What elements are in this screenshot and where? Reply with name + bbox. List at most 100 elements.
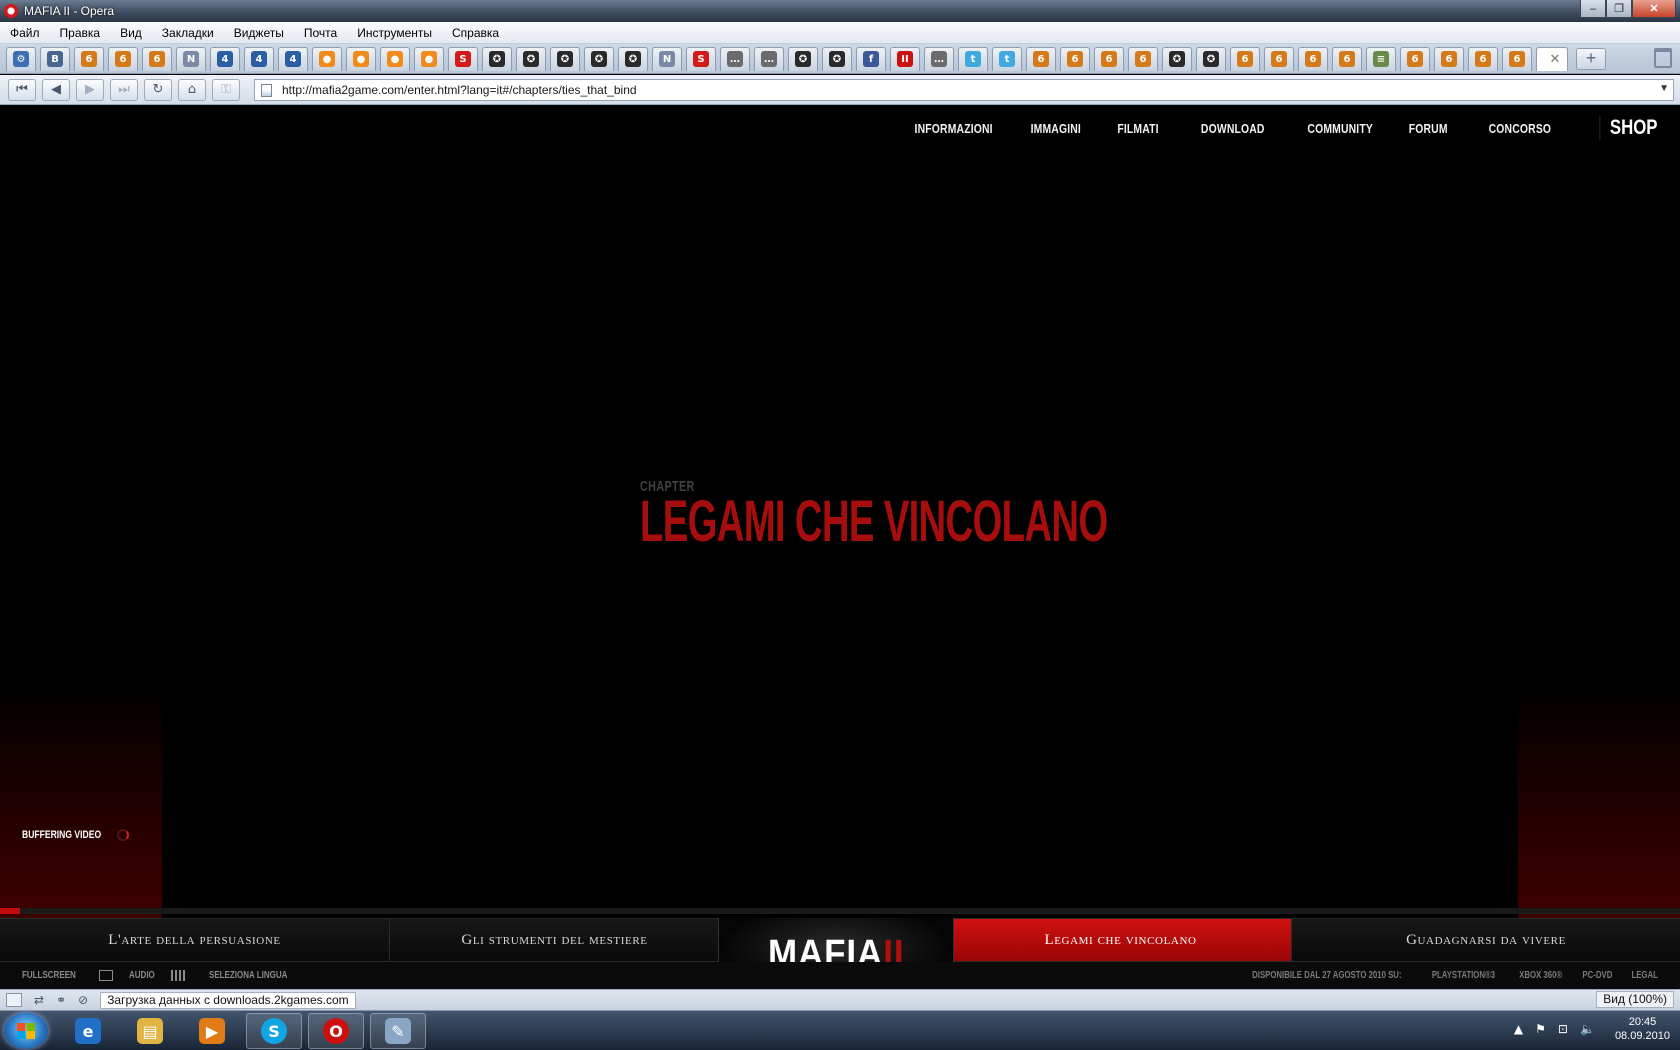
tab-27[interactable]: II: [890, 46, 920, 71]
video-progress-bar[interactable]: [0, 908, 1680, 914]
tab-44[interactable]: 6: [1468, 46, 1498, 71]
back-button[interactable]: ◀: [42, 78, 70, 101]
show-hidden-icons[interactable]: ▲: [1514, 1022, 1523, 1036]
tab-1[interactable]: ⚙: [6, 46, 36, 71]
menu-bookmarks[interactable]: Закладки: [152, 26, 224, 40]
tab-23[interactable]: …: [754, 46, 784, 71]
chapter-tab-3[interactable]: Legami che vincolano: [950, 919, 1292, 961]
taskbar-opera[interactable]: O: [308, 1013, 364, 1049]
address-dropdown-icon[interactable]: ▼: [1659, 83, 1669, 94]
chapter-tab-1[interactable]: L'arte della persuasione: [0, 919, 390, 961]
trash-icon[interactable]: [1654, 48, 1672, 68]
nav-filmati[interactable]: FILMATI: [1118, 121, 1159, 136]
tab-18[interactable]: ✪: [584, 46, 614, 71]
nav-informazioni[interactable]: INFORMAZIONI: [914, 121, 992, 136]
tab-31[interactable]: 6: [1026, 46, 1056, 71]
close-button[interactable]: ✕: [1632, 0, 1676, 18]
menu-file[interactable]: Файл: [0, 26, 50, 40]
rewind-button[interactable]: ⏮: [8, 78, 36, 101]
tab-16[interactable]: ✪: [516, 46, 546, 71]
tab-43[interactable]: 6: [1434, 46, 1464, 71]
tab-17[interactable]: ✪: [550, 46, 580, 71]
tab-6[interactable]: N: [176, 46, 206, 71]
tab-10[interactable]: ●: [312, 46, 342, 71]
platform-ps3-link[interactable]: PLAYSTATION®3: [1431, 970, 1494, 981]
taskbar-skype[interactable]: S: [246, 1013, 302, 1049]
menu-tools[interactable]: Инструменты: [347, 26, 442, 40]
tab-29[interactable]: t: [958, 46, 988, 71]
clock[interactable]: 20:45 08.09.2010: [1615, 1015, 1670, 1043]
chapter-tab-2[interactable]: Gli strumenti del mestiere: [390, 919, 720, 961]
tab-35[interactable]: ✪: [1162, 46, 1192, 71]
tab-37[interactable]: 6: [1230, 46, 1260, 71]
tab-19[interactable]: ✪: [618, 46, 648, 71]
taskbar-explorer[interactable]: ▤: [122, 1013, 178, 1049]
tab-22[interactable]: …: [720, 46, 750, 71]
tab-7[interactable]: 4: [210, 46, 240, 71]
tab-3[interactable]: 6: [74, 46, 104, 71]
tab-45[interactable]: 6: [1502, 46, 1532, 71]
network-icon[interactable]: ⊡: [1558, 1022, 1568, 1036]
tab-28[interactable]: …: [924, 46, 954, 71]
tab-14[interactable]: S: [448, 46, 478, 71]
tab-42[interactable]: 6: [1400, 46, 1430, 71]
audio-label[interactable]: AUDIO: [129, 970, 155, 981]
nav-concorso[interactable]: CONCORSO: [1489, 121, 1552, 136]
taskbar-paint[interactable]: ✎: [370, 1013, 426, 1049]
tab-39[interactable]: 6: [1298, 46, 1328, 71]
sync-icon[interactable]: ⇄: [34, 993, 44, 1007]
menu-edit[interactable]: Правка: [50, 26, 111, 40]
panel-toggle-icon[interactable]: [6, 993, 22, 1007]
tab-32[interactable]: 6: [1060, 46, 1090, 71]
tab-13[interactable]: ●: [414, 46, 444, 71]
start-button[interactable]: [4, 1013, 48, 1049]
opera-logo-icon[interactable]: [4, 4, 18, 18]
tab-20[interactable]: N: [652, 46, 682, 71]
audio-bars-icon[interactable]: [171, 970, 186, 981]
legal-link[interactable]: LEGAL: [1632, 970, 1658, 981]
turbo-icon[interactable]: ⊘: [78, 993, 88, 1007]
tab-25[interactable]: ✪: [822, 46, 852, 71]
close-tab-icon[interactable]: ✕: [1550, 51, 1561, 67]
volume-icon[interactable]: 🔈: [1580, 1022, 1595, 1036]
unite-icon[interactable]: ⚭: [56, 993, 66, 1007]
minimize-button[interactable]: –: [1580, 0, 1606, 18]
menu-widgets[interactable]: Виджеты: [224, 26, 294, 40]
tab-21[interactable]: S: [686, 46, 716, 71]
menu-help[interactable]: Справка: [442, 26, 509, 40]
wand-key-button[interactable]: ⚿: [212, 78, 240, 101]
new-tab-button[interactable]: +: [1576, 47, 1606, 70]
reload-button[interactable]: ↻: [144, 78, 172, 101]
restore-button[interactable]: ❐: [1606, 0, 1632, 18]
tab-36[interactable]: ✪: [1196, 46, 1226, 71]
nav-download[interactable]: DOWNLOAD: [1201, 121, 1265, 136]
tab-30[interactable]: t: [992, 46, 1022, 71]
nav-shop[interactable]: SHOP: [1599, 116, 1658, 140]
tab-33[interactable]: 6: [1094, 46, 1124, 71]
menu-mail[interactable]: Почта: [294, 26, 347, 40]
forward-button[interactable]: ▶: [76, 78, 104, 101]
fullscreen-icon[interactable]: [99, 970, 114, 981]
tab-active[interactable]: ✕: [1536, 46, 1568, 71]
fullscreen-label[interactable]: FULLSCREEN: [22, 970, 76, 981]
tab-24[interactable]: ✪: [788, 46, 818, 71]
tab-38[interactable]: 6: [1264, 46, 1294, 71]
taskbar-ie[interactable]: e: [60, 1013, 116, 1049]
zoom-control[interactable]: Вид (100%): [1596, 991, 1674, 1008]
tab-26[interactable]: f: [856, 46, 886, 71]
action-center-flag-icon[interactable]: ⚑: [1535, 1022, 1546, 1036]
nav-community[interactable]: COMMUNITY: [1307, 121, 1373, 136]
tab-2[interactable]: B: [40, 46, 70, 71]
tab-4[interactable]: 6: [108, 46, 138, 71]
tab-34[interactable]: 6: [1128, 46, 1158, 71]
tab-40[interactable]: 6: [1332, 46, 1362, 71]
platform-pc-link[interactable]: PC-DVD: [1582, 970, 1612, 981]
tab-41[interactable]: ≡: [1366, 46, 1396, 71]
fast-forward-button[interactable]: ⏭: [110, 78, 138, 101]
language-select[interactable]: SELEZIONA LINGUA: [209, 970, 287, 981]
tab-5[interactable]: 6: [142, 46, 172, 71]
home-button[interactable]: ⌂: [178, 78, 206, 101]
tab-11[interactable]: ●: [346, 46, 376, 71]
tab-8[interactable]: 4: [244, 46, 274, 71]
url-text[interactable]: http://mafia2game.com/enter.html?lang=it…: [282, 83, 637, 97]
